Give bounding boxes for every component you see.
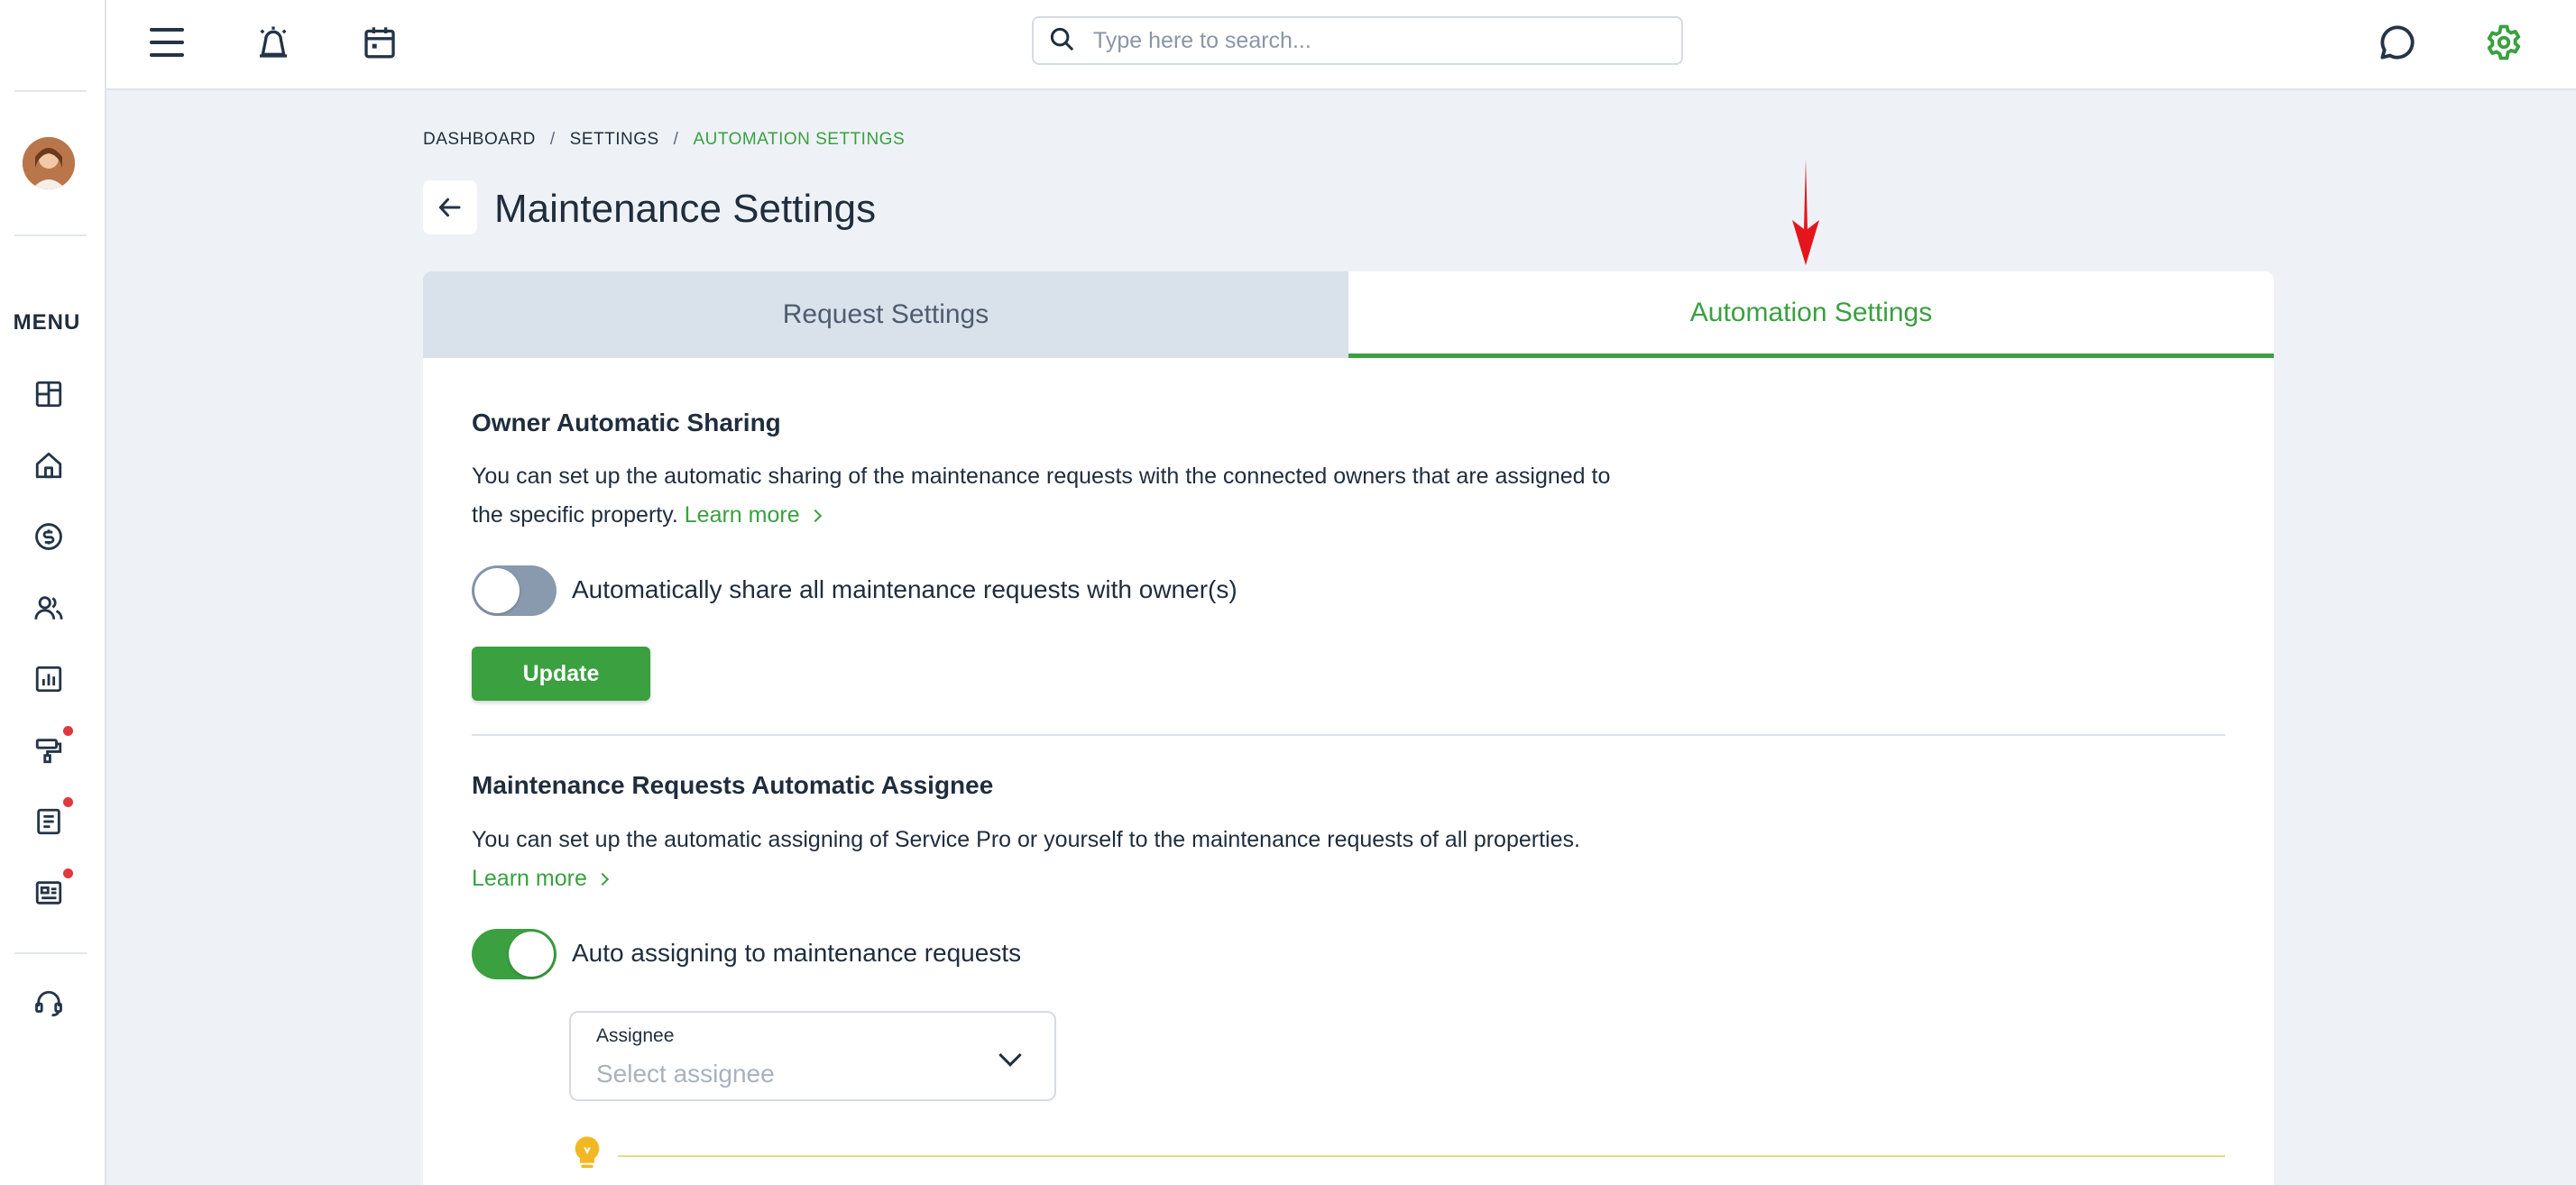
hamburger-menu-icon[interactable] [144,20,189,65]
maintenance-icon[interactable] [30,726,73,769]
automation-settings-panel: Owner Automatic Sharing You can set up t… [423,358,2274,1185]
listing-icon[interactable] [30,868,73,912]
home-icon[interactable] [30,446,68,484]
page-title: Maintenance Settings [494,187,877,231]
tip-divider [618,1155,2225,1157]
rail-divider [14,90,87,92]
calendar-icon[interactable] [357,20,402,65]
breadcrumb-settings[interactable]: SETTINGS [570,130,659,150]
reports-icon[interactable] [30,660,68,698]
breadcrumb: DASHBOARD / SETTINGS / AUTOMATION SETTIN… [423,130,905,150]
breadcrumb-current: AUTOMATION SETTINGS [693,130,906,149]
owner-sharing-toggle-label: Automatically share all maintenance requ… [572,575,1237,603]
support-icon[interactable] [30,985,68,1023]
owner-sharing-toggle[interactable] [472,565,557,616]
settings-tabs: Request Settings Automation Settings [423,271,2274,358]
chevron-right-icon [595,872,609,886]
owner-sharing-desc-line2: the specific property. [472,502,678,528]
breadcrumb-separator: / [549,130,556,149]
auto-assignee-title: Maintenance Requests Automatic Assignee [472,771,994,799]
notification-badge [63,726,73,736]
learn-more-label: Learn more [684,502,800,528]
top-bar [106,0,2576,90]
owner-sharing-desc-line1: You can set up the automatic sharing of … [472,464,1611,489]
breadcrumb-dashboard[interactable]: DASHBOARD [423,130,536,150]
toggle-knob [509,932,554,977]
section-divider [472,734,2225,736]
avatar[interactable] [23,137,75,189]
tab-request-settings[interactable]: Request Settings [423,271,1348,358]
auto-assign-toggle-label: Auto assigning to maintenance requests [572,939,1022,967]
arrow-left-icon [438,198,461,217]
owner-sharing-description: You can set up the automatic sharing of … [472,457,1610,535]
owner-sharing-title: Owner Automatic Sharing [472,409,781,436]
settings-gear-icon[interactable] [2481,20,2526,65]
assignee-placeholder: Select assignee [596,1060,775,1088]
auto-assign-toggle[interactable] [472,929,557,979]
notification-badge [63,797,73,807]
assignee-select[interactable]: Assignee Select assignee [569,1011,1056,1101]
learn-more-label: Learn more [472,866,587,891]
chevron-down-icon [998,1043,1022,1067]
chat-icon[interactable] [2375,20,2420,65]
back-button[interactable] [423,180,477,234]
alarm-icon[interactable] [251,20,296,65]
auto-assignee-learn-more-link[interactable]: Learn more [472,866,609,891]
rail-divider [14,234,87,236]
document-icon[interactable] [30,797,73,841]
left-rail: MENU [0,0,106,1185]
search-box[interactable] [1032,16,1683,65]
notification-badge [63,868,73,878]
annotation-arrow-icon [1789,159,1822,265]
search-input[interactable] [1093,27,1652,54]
toggle-knob [474,568,520,613]
tab-automation-settings[interactable]: Automation Settings [1348,271,2274,358]
lightbulb-icon [573,1135,602,1171]
chevron-right-icon [808,509,822,523]
auto-assignee-description: You can set up the automatic assigning o… [472,821,1580,898]
menu-label: MENU [13,310,81,335]
auto-assignee-desc: You can set up the automatic assigning o… [472,827,1580,852]
update-button[interactable]: Update [472,647,650,701]
rail-divider [14,952,87,954]
owner-sharing-learn-more-link[interactable]: Learn more [684,502,822,528]
search-icon [1048,25,1075,57]
people-icon[interactable] [30,589,68,627]
dollar-icon[interactable] [30,518,68,556]
breadcrumb-separator: / [673,130,679,149]
assignee-label: Assignee [596,1025,675,1046]
dashboard-icon[interactable] [30,375,68,413]
